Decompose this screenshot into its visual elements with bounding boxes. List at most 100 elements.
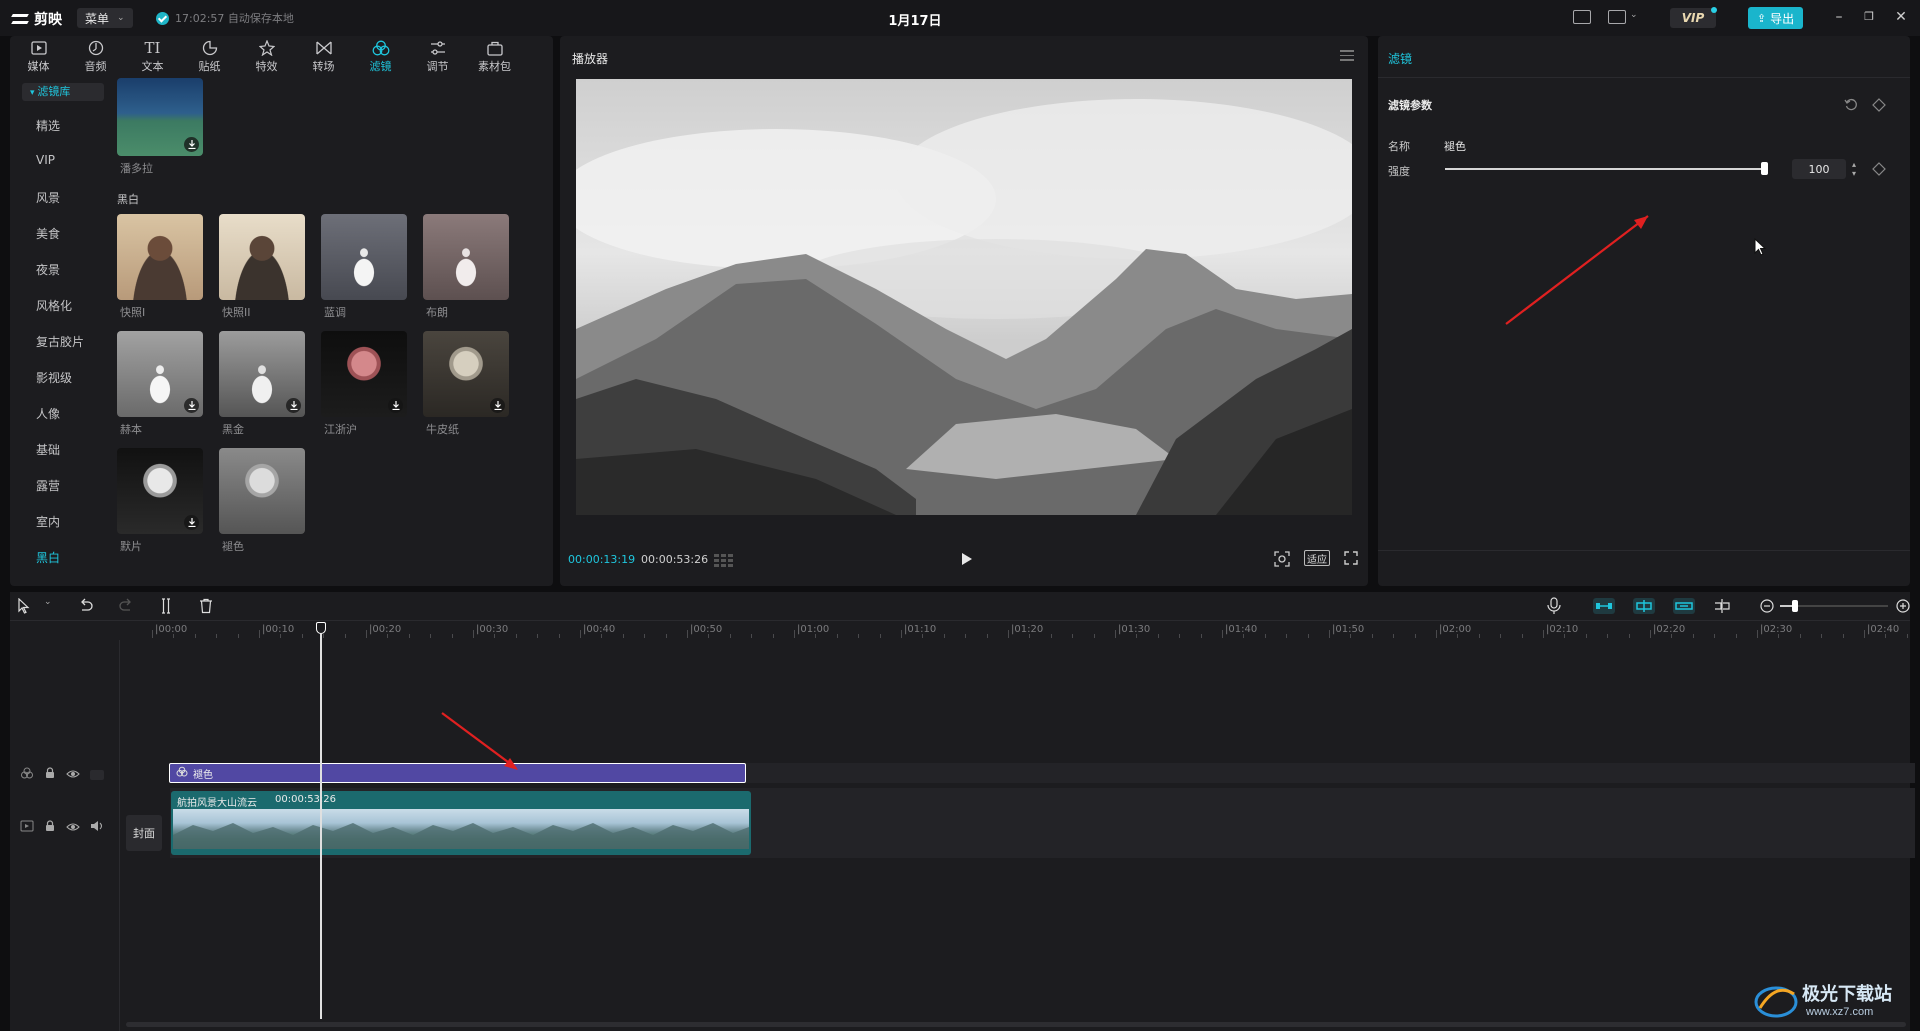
video-clip[interactable]: 航拍风景大山流云 00:00:53:26 [171, 791, 751, 855]
tool-label: 贴纸 [198, 60, 221, 73]
minimize-icon[interactable]: – [1832, 10, 1846, 24]
filter-thumb-brown[interactable] [423, 214, 509, 300]
tool-effects[interactable]: 特效 [238, 36, 295, 78]
eye-icon[interactable] [66, 821, 80, 835]
download-icon[interactable] [286, 398, 301, 413]
keyboard-icon[interactable] [1573, 10, 1591, 24]
video-preview[interactable] [576, 79, 1352, 515]
player-menu-icon[interactable] [1340, 50, 1354, 61]
tool-filter[interactable]: 滤镜 [352, 36, 409, 78]
category-black-white[interactable]: 黑白 [36, 549, 60, 566]
tool-audio[interactable]: 音频 [67, 36, 124, 78]
eye-icon[interactable] [66, 768, 80, 782]
ruler-tick-label: |00:00 [155, 624, 188, 635]
ruler-minor-tick [729, 634, 731, 638]
filter-thumb-blues[interactable] [321, 214, 407, 300]
vip-button[interactable]: VIP [1670, 8, 1716, 28]
ruler-tick-label: |01:00 [797, 624, 830, 635]
filter-thumb-pandora[interactable] [117, 78, 203, 156]
category-filter-library[interactable]: 滤镜库 [22, 83, 104, 101]
filter-track-header [20, 767, 104, 782]
delete-icon[interactable] [198, 598, 214, 614]
filter-thumb-jiangzhehu[interactable] [321, 331, 407, 417]
download-icon[interactable] [490, 398, 505, 413]
timeline-scrollbar[interactable] [126, 1022, 1906, 1027]
auto-snap-icon[interactable] [1593, 598, 1615, 614]
redo-icon[interactable] [118, 598, 134, 614]
download-icon[interactable] [184, 398, 199, 413]
intensity-stepper[interactable]: ▴ ▾ [1849, 160, 1859, 178]
reset-icon[interactable] [1844, 98, 1858, 112]
category-retro-film[interactable]: 复古胶片 [36, 333, 84, 350]
filter-thumb-snapshot-2[interactable] [219, 214, 305, 300]
zoom-slider-thumb[interactable] [1792, 600, 1798, 612]
close-icon[interactable]: ✕ [1894, 10, 1908, 24]
intensity-slider[interactable] [1445, 160, 1768, 178]
ruler-minor-tick [1735, 634, 1737, 638]
select-tool-icon[interactable] [16, 597, 32, 614]
filter-thumb-faded[interactable] [219, 448, 305, 534]
category-camping[interactable]: 露营 [36, 477, 60, 494]
tool-material-pack[interactable]: 素材包 [466, 36, 523, 78]
select-tool-chevron-icon[interactable]: ⌄ [44, 597, 52, 607]
aspect-ratio-button[interactable]: 适应 [1304, 550, 1330, 566]
intensity-keyframe-icon[interactable] [1872, 162, 1886, 176]
category-featured[interactable]: 精选 [36, 117, 60, 134]
category-basic[interactable]: 基础 [36, 441, 60, 458]
category-landscape[interactable]: 风景 [36, 189, 60, 206]
playhead-line[interactable] [320, 634, 322, 1019]
filter-thumb-silent-film[interactable] [117, 448, 203, 534]
undo-icon[interactable] [78, 598, 94, 614]
category-indoor[interactable]: 室内 [36, 513, 60, 530]
tab-filter[interactable]: 滤镜 [1388, 50, 1412, 67]
lock-icon[interactable] [44, 767, 56, 782]
category-cinematic[interactable]: 影视级 [36, 369, 72, 386]
export-button[interactable]: ⇪ 导出 [1748, 7, 1803, 29]
category-vip[interactable]: VIP [36, 153, 55, 167]
cover-button[interactable]: 封面 [126, 815, 162, 851]
filter-thumb-kraft-paper[interactable] [423, 331, 509, 417]
tool-text[interactable]: TI 文本 [124, 36, 181, 78]
tool-adjust[interactable]: 调节 [409, 36, 466, 78]
slider-thumb[interactable] [1761, 162, 1768, 175]
zoom-in-icon[interactable] [1896, 599, 1910, 613]
microphone-icon[interactable] [1546, 597, 1562, 615]
layout-icon[interactable] [1608, 10, 1626, 24]
video-track-icon [20, 820, 34, 835]
time-ruler[interactable]: |00:00 |00:10 |00:20 |00:30 |00:40 |00:50 |01:… [130, 622, 1910, 640]
download-icon[interactable] [388, 398, 403, 413]
timecode-grid-icon[interactable] [714, 553, 734, 567]
ruler-minor-tick [1307, 634, 1309, 638]
category-food[interactable]: 美食 [36, 225, 60, 242]
keyframe-icon[interactable] [1872, 98, 1886, 112]
download-icon[interactable] [184, 515, 199, 530]
category-stylized[interactable]: 风格化 [36, 297, 72, 314]
restore-icon[interactable]: ❐ [1862, 10, 1876, 24]
zoom-out-icon[interactable] [1760, 599, 1774, 613]
fullscreen-icon[interactable] [1344, 551, 1358, 565]
tool-sticker[interactable]: 贴纸 [181, 36, 238, 78]
watermark: 极光下载站 www.xz7.com [1754, 978, 1920, 1028]
tool-media[interactable]: 媒体 [10, 36, 67, 78]
play-icon[interactable] [960, 552, 974, 566]
split-track-icon[interactable] [1713, 598, 1731, 614]
playhead-handle[interactable] [316, 622, 326, 634]
menu-button[interactable]: 菜单 ⌄ [77, 8, 133, 28]
filter-thumb-hepburn[interactable] [117, 331, 203, 417]
screenshot-icon[interactable] [1274, 551, 1290, 567]
linkage-icon[interactable] [1633, 598, 1655, 614]
split-icon[interactable] [158, 598, 174, 614]
preview-axis-icon[interactable] [1673, 598, 1695, 614]
filter-thumb-black-gold[interactable] [219, 331, 305, 417]
speaker-icon[interactable] [90, 820, 104, 835]
category-portrait[interactable]: 人像 [36, 405, 60, 422]
ruler-minor-tick [173, 634, 175, 638]
download-icon[interactable] [184, 137, 199, 152]
filter-thumb-snapshot-1[interactable] [117, 214, 203, 300]
layout-chevron-icon[interactable]: ⌄ [1630, 10, 1638, 20]
lock-icon[interactable] [44, 820, 56, 835]
category-night[interactable]: 夜景 [36, 261, 60, 278]
filter-name-value: 褪色 [1444, 140, 1466, 153]
tool-transition[interactable]: 转场 [295, 36, 352, 78]
intensity-input[interactable]: 100 [1792, 159, 1846, 179]
